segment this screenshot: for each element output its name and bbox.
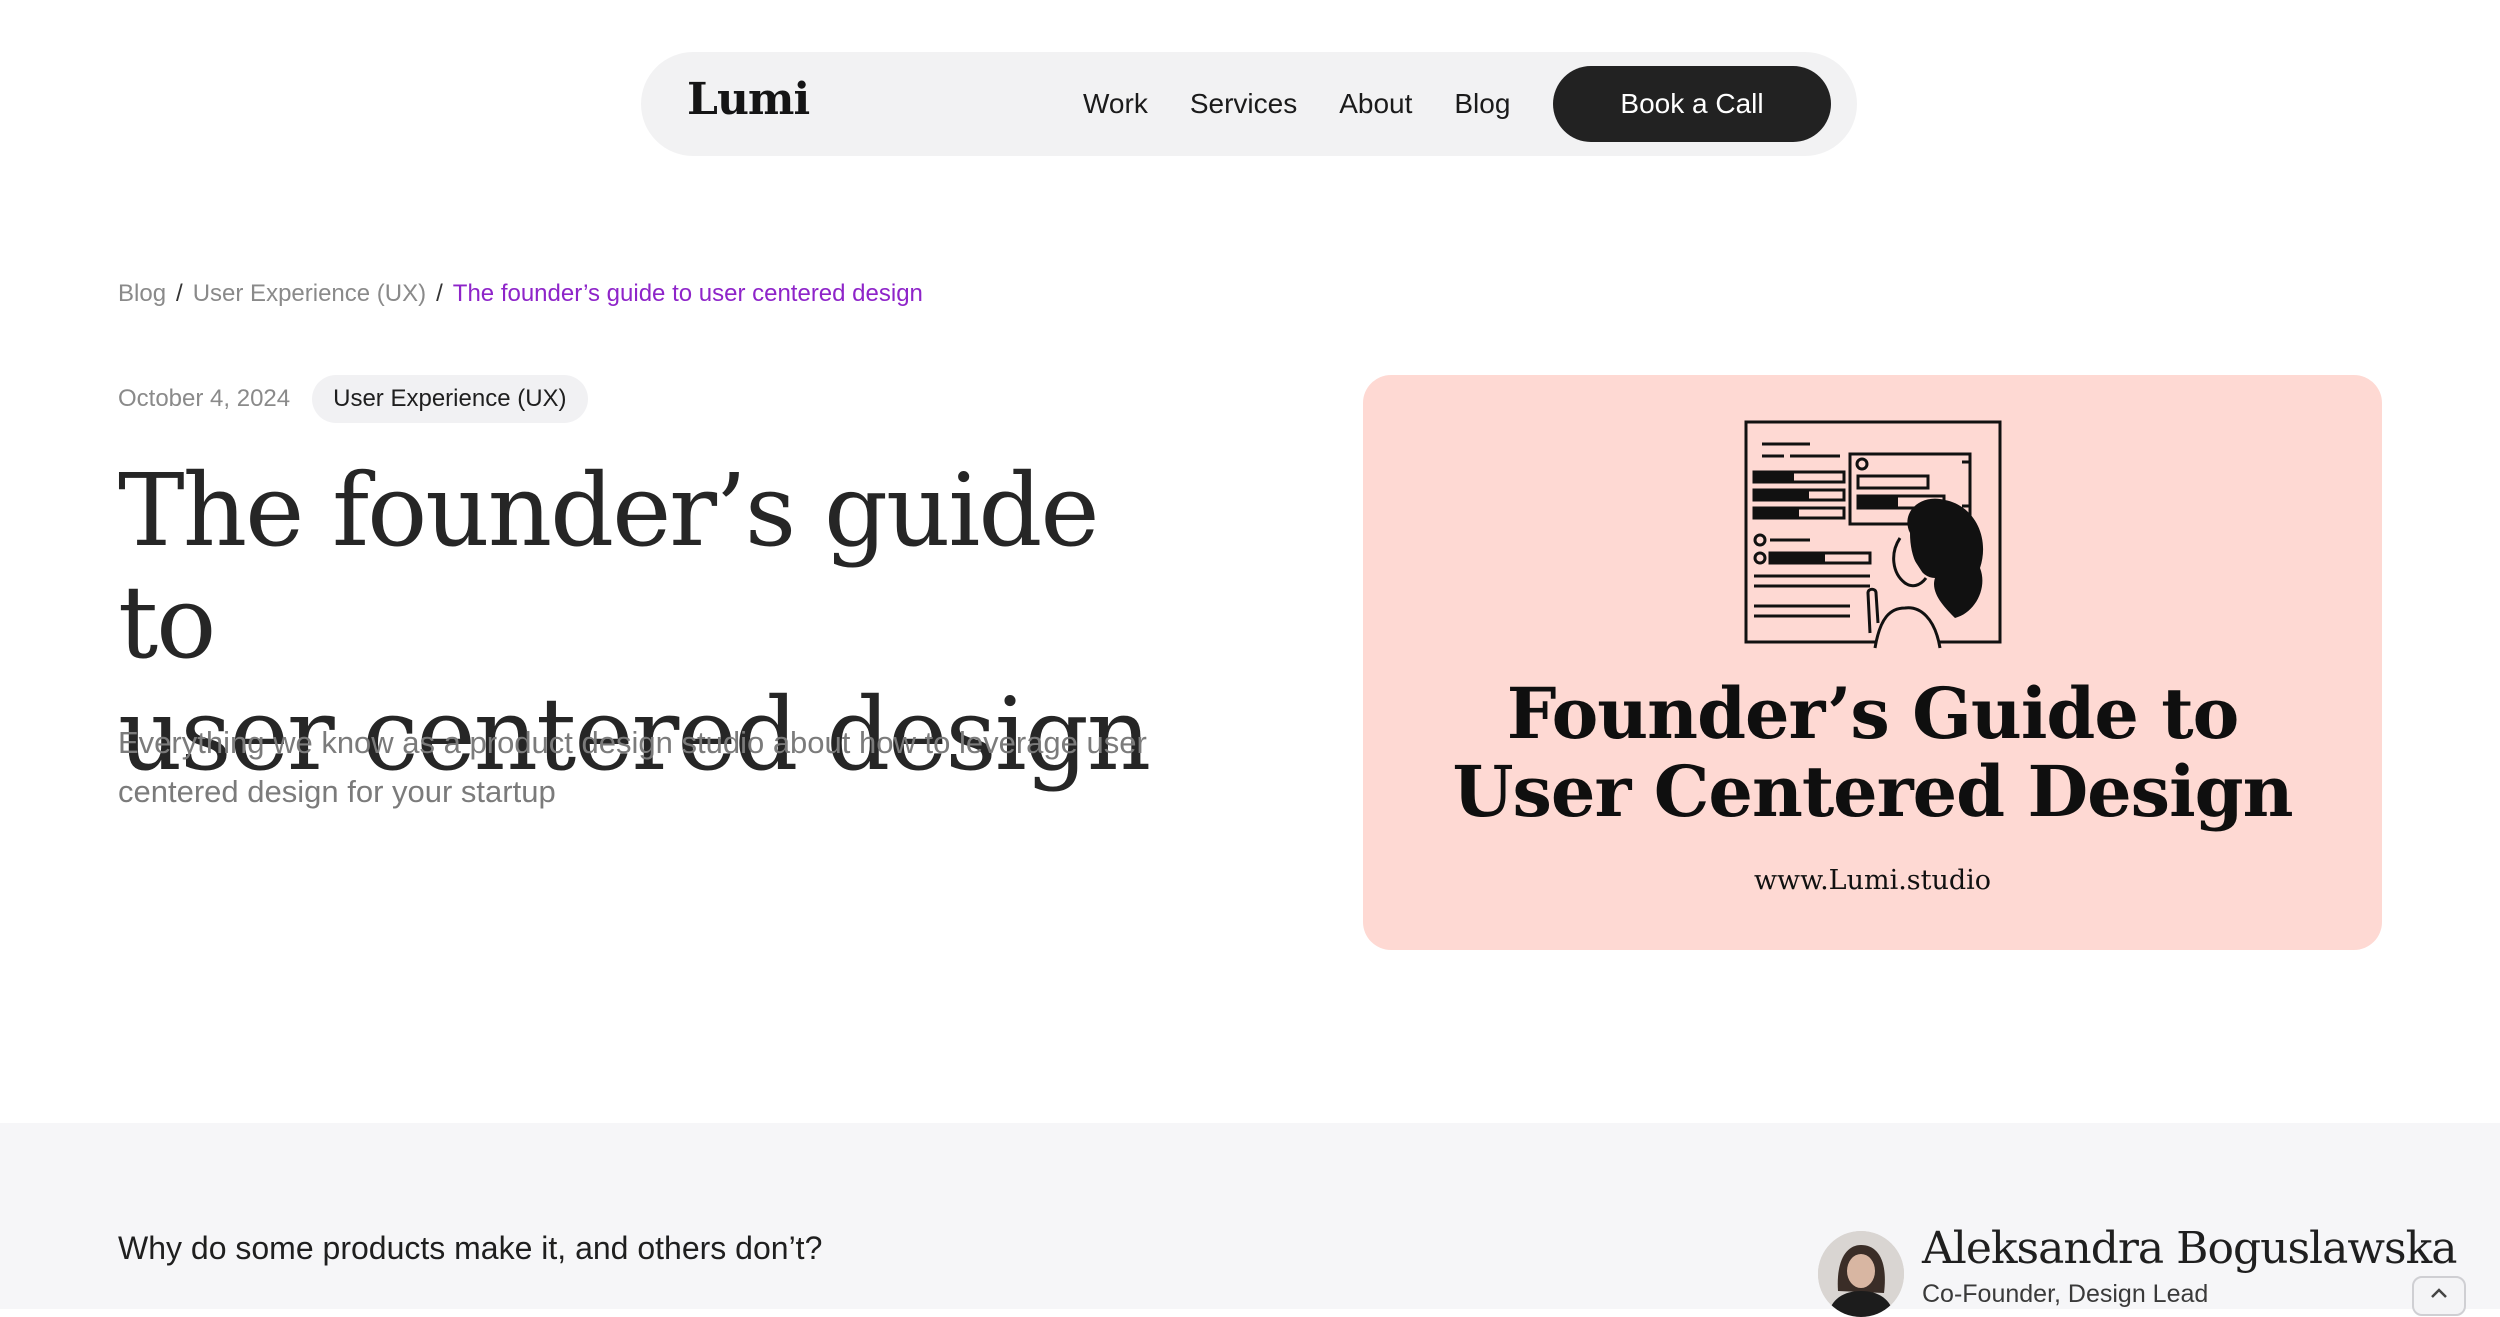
breadcrumb-separator: /: [176, 280, 183, 307]
hero-image: Founder’s Guide to User Centered Design …: [1363, 375, 2382, 950]
author-photo-icon: [1818, 1231, 1904, 1317]
breadcrumb: Blog / User Experience (UX) / The founde…: [118, 280, 923, 308]
breadcrumb-current: The founder’s guide to user centered des…: [452, 280, 923, 307]
author-name: Aleksandra Boguslawska: [1922, 1223, 2457, 1274]
section-heading: Why do some products make it, and others…: [118, 1230, 823, 1266]
breadcrumb-category[interactable]: User Experience (UX): [193, 280, 426, 308]
hero-url: www.Lumi.studio: [1753, 865, 1992, 896]
logo[interactable]: Lumi: [687, 74, 810, 125]
article-subtitle: Everything we know as a product design s…: [118, 725, 1147, 809]
top-navigation: Lumi Work Services About Blog Book a Cal…: [641, 52, 1857, 156]
hero-heading-line-1: Founder’s Guide to: [1506, 672, 2240, 755]
book-a-call-button[interactable]: Book a Call: [1553, 66, 1831, 142]
chevron-up-icon: [2431, 1288, 2447, 1298]
category-tag[interactable]: User Experience (UX): [312, 375, 588, 423]
nav-links: Work Services About Blog: [1083, 52, 1552, 156]
publish-date: October 4, 2024: [118, 385, 291, 412]
nav-link-blog[interactable]: Blog: [1454, 88, 1510, 120]
scroll-to-top-button[interactable]: [2412, 1276, 2466, 1316]
hero-heading-line-2: User Centered Design: [1452, 750, 2293, 833]
breadcrumb-separator: /: [436, 280, 443, 307]
title-line-1: The founder’s guide to: [118, 452, 1100, 681]
nav-link-work[interactable]: Work: [1083, 88, 1148, 120]
author-avatar: [1818, 1231, 1904, 1317]
illustration-woman-with-wireframe-icon: [1744, 420, 2002, 649]
author-role: Co-Founder, Design Lead: [1922, 1280, 2209, 1308]
breadcrumb-blog[interactable]: Blog: [118, 280, 166, 308]
nav-link-about[interactable]: About: [1339, 88, 1412, 120]
article-meta: October 4, 2024 User Experience (UX): [118, 375, 588, 423]
nav-link-services[interactable]: Services: [1190, 88, 1297, 120]
hero-heading: Founder’s Guide to User Centered Design: [1363, 675, 2382, 831]
article-body-section: Why do some products make it, and others…: [0, 1123, 2500, 1317]
